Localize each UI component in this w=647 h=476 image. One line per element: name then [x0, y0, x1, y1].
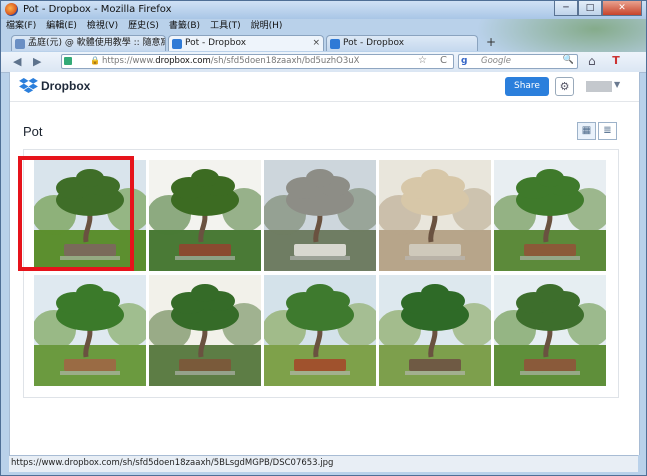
bonsai-photo-5[interactable] [494, 160, 606, 271]
globe-icon [15, 39, 25, 49]
dropbox-logo-icon[interactable] [19, 78, 38, 94]
browser-window: Pot - Dropbox - Mozilla Firefox ─ □ ✕ 檔案… [0, 0, 647, 476]
share-button[interactable]: Share [505, 77, 549, 96]
search-placeholder: Google [481, 56, 511, 66]
bonsai-image [34, 160, 146, 271]
bonsai-photo-7[interactable] [149, 275, 261, 386]
bonsai-image [34, 275, 146, 386]
google-icon[interactable]: g [461, 56, 467, 66]
bonsai-image [379, 160, 491, 271]
window-title: Pot - Dropbox - Mozilla Firefox [23, 4, 172, 15]
gear-icon[interactable]: ⚙ [555, 77, 574, 96]
bonsai-image [149, 160, 261, 271]
tab-pot-dropbox[interactable]: Pot - Dropbox [326, 35, 478, 51]
site-identity-icon[interactable] [64, 57, 72, 65]
tab-label: Pot - Dropbox [343, 38, 405, 48]
dropbox-header: Dropbox Share ⚙ ▼ [10, 72, 639, 102]
menu-help[interactable]: 說明(H) [246, 19, 288, 34]
navigation-bar: ◀ ▶ 🔒 https://www.dropbox.com/sh/sfd5doe… [1, 52, 646, 73]
lock-icon: 🔒 [90, 56, 100, 65]
home-icon[interactable]: ⌂ [588, 54, 596, 68]
bonsai-photo-9[interactable] [379, 275, 491, 386]
bonsai-photo-1[interactable] [34, 160, 146, 271]
bonsai-photo-10[interactable] [494, 275, 606, 386]
bonsai-image [149, 275, 261, 386]
reload-button[interactable]: C [440, 55, 447, 66]
menu-history[interactable]: 歷史(S) [123, 19, 164, 34]
bonsai-photo-4[interactable] [379, 160, 491, 271]
new-tab-button[interactable]: + [483, 36, 499, 50]
tab-label: 孟庭(元) @ 軟體使用教學 :: 隨意窩 X... [28, 38, 165, 48]
search-icon[interactable]: 🔍 [563, 55, 574, 65]
maximize-button[interactable]: □ [578, 1, 602, 16]
menu-view[interactable]: 檢視(V) [82, 19, 123, 34]
dropbox-favicon-icon [172, 39, 182, 49]
bonsai-photo-2[interactable] [149, 160, 261, 271]
tab-label: Pot - Dropbox [185, 38, 247, 48]
tab-blog[interactable]: 孟庭(元) @ 軟體使用教學 :: 隨意窩 X... [11, 35, 166, 51]
window-controls: ─ □ ✕ [554, 1, 642, 17]
bonsai-image [494, 275, 606, 386]
menu-bar: 檔案(F) 編輯(E) 檢視(V) 歷史(S) 書籤(B) 工具(T) 說明(H… [1, 19, 646, 34]
url-bar[interactable]: 🔒 https://www.dropbox.com/sh/sfd5doen18z… [61, 54, 454, 69]
user-name-redacted[interactable] [586, 81, 612, 92]
bonsai-image [264, 160, 376, 271]
title-bar: Pot - Dropbox - Mozilla Firefox ─ □ ✕ [1, 1, 646, 19]
search-box[interactable]: g Google 🔍 [458, 54, 578, 69]
status-text: https://www.dropbox.com/sh/sfd5doen18zaa… [11, 458, 334, 468]
menu-edit[interactable]: 編輯(E) [41, 19, 82, 34]
back-button[interactable]: ◀ [13, 55, 21, 68]
grid-view-button[interactable]: ▦ [577, 122, 596, 140]
bonsai-photo-3[interactable] [264, 160, 376, 271]
tab-pot-dropbox-active[interactable]: Pot - Dropbox × [168, 35, 324, 51]
bonsai-photo-8[interactable] [264, 275, 376, 386]
translate-tool-icon[interactable]: T [609, 54, 623, 68]
menu-tools[interactable]: 工具(T) [205, 19, 246, 34]
status-bar: https://www.dropbox.com/sh/sfd5doen18zaa… [9, 455, 638, 472]
bookmark-star-icon[interactable]: ☆ [418, 55, 427, 66]
chevron-down-icon[interactable]: ▼ [614, 80, 620, 89]
firefox-icon [5, 3, 18, 16]
bonsai-image [379, 275, 491, 386]
close-button[interactable]: ✕ [602, 1, 642, 16]
dropbox-favicon-icon [330, 39, 340, 49]
url-text: https://www.dropbox.com/sh/sfd5doen18zaa… [102, 56, 360, 66]
menu-file[interactable]: 檔案(F) [1, 19, 41, 34]
forward-button[interactable]: ▶ [33, 55, 41, 68]
bonsai-image [264, 275, 376, 386]
bonsai-image [494, 160, 606, 271]
minimize-button[interactable]: ─ [554, 1, 578, 16]
tab-bar: 孟庭(元) @ 軟體使用教學 :: 隨意窩 X... Pot - Dropbox… [1, 34, 646, 52]
menu-bookmarks[interactable]: 書籤(B) [164, 19, 205, 34]
page-content: Dropbox Share ⚙ ▼ Pot ▦ ≣ [9, 72, 640, 455]
brand-name[interactable]: Dropbox [41, 79, 90, 93]
bonsai-photo-6[interactable] [34, 275, 146, 386]
page-title: Pot [23, 124, 43, 139]
tab-close-icon[interactable]: × [312, 36, 320, 51]
list-view-button[interactable]: ≣ [598, 122, 617, 140]
